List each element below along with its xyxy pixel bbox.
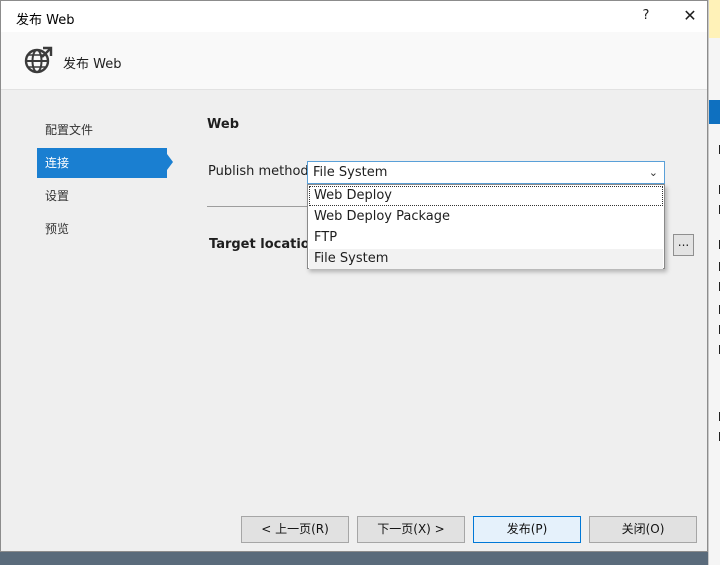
publish-method-dropdown: Web Deploy Web Deploy Package FTP File S… [307, 184, 665, 269]
window-title: 发布 Web [16, 13, 75, 28]
close-window-button[interactable]: ✕ [673, 3, 707, 29]
option-web-deploy[interactable]: Web Deploy [309, 186, 663, 206]
close-button[interactable]: 关闭(O) [589, 516, 697, 543]
publish-method-value: File System [313, 165, 388, 180]
nav-item-connection[interactable]: 连接 [37, 148, 167, 178]
nav-item-profile[interactable]: 配置文件 [37, 115, 167, 145]
browse-button[interactable]: ... [673, 234, 694, 256]
option-web-deploy-package[interactable]: Web Deploy Package [309, 207, 663, 227]
background-highlight [709, 0, 720, 38]
chevron-down-icon: ⌄ [648, 166, 658, 179]
background-selection [709, 100, 720, 124]
option-file-system[interactable]: File System [309, 249, 663, 269]
divider [207, 206, 307, 207]
publish-method-select[interactable]: File System ⌄ [307, 161, 665, 184]
dialog-header: 发布 Web [1, 32, 707, 90]
nav-item-preview[interactable]: 预览 [37, 214, 167, 244]
publish-button[interactable]: 发布(P) [473, 516, 581, 543]
title-bar: 发布 Web ? ✕ [1, 1, 707, 32]
background-window-strip [708, 0, 720, 565]
header-title: 发布 Web [63, 57, 122, 72]
next-button[interactable]: 下一页(X) > [357, 516, 465, 543]
previous-button[interactable]: < 上一页(R) [241, 516, 349, 543]
publish-method-label: Publish method: [208, 164, 314, 179]
publish-web-dialog: 发布 Web ? ✕ 发布 Web 配置文件 连接 设置 预览 Web Publ… [0, 0, 708, 552]
globe-icon [24, 46, 53, 74]
active-nav-pointer [167, 154, 173, 170]
help-button[interactable]: ? [631, 5, 661, 27]
option-ftp[interactable]: FTP [309, 228, 663, 248]
section-title: Web [207, 117, 239, 132]
nav-item-settings[interactable]: 设置 [37, 181, 167, 211]
